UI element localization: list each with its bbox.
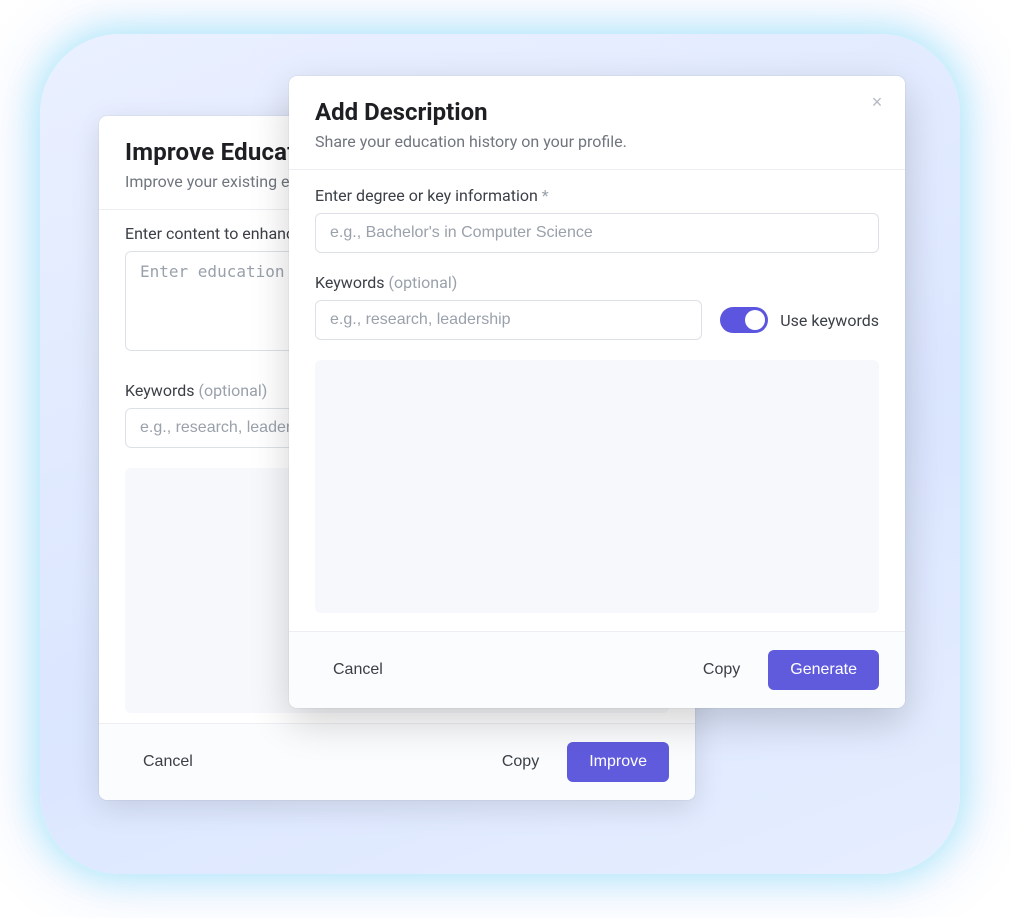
keywords-input-front[interactable] [315,300,702,340]
keywords-label-front: Keywords (optional) [315,273,879,292]
add-description-header: Add Description Share your education his… [289,76,905,170]
improve-footer: Cancel Copy Improve [99,723,695,800]
keywords-label-text-back: Keywords [125,381,195,400]
copy-button-front[interactable]: Copy [685,651,758,689]
close-icon[interactable]: × [865,90,889,114]
keywords-label-text-front: Keywords [315,273,385,292]
generate-button[interactable]: Generate [768,650,879,690]
add-description-modal: Add Description Share your education his… [289,76,905,708]
add-description-footer: Cancel Copy Generate [289,631,905,708]
degree-input[interactable] [315,213,879,253]
use-keywords-toggle[interactable] [720,307,768,333]
toggle-knob [745,310,765,330]
improve-button[interactable]: Improve [567,742,669,782]
add-description-title: Add Description [315,98,879,126]
copy-button-back[interactable]: Copy [484,743,557,781]
use-keywords-label: Use keywords [780,311,879,330]
add-description-subtitle: Share your education history on your pro… [315,132,879,151]
degree-label: Enter degree or key information* [315,186,879,205]
content-label-text: Enter content to enhance [125,224,303,243]
required-mark-front: * [542,186,549,205]
degree-label-text: Enter degree or key information [315,186,538,205]
cancel-button-front[interactable]: Cancel [315,651,401,689]
use-keywords-toggle-wrap: Use keywords [720,307,879,333]
output-area-front [315,360,879,613]
keywords-optional-front: (optional) [388,273,457,292]
keywords-optional-back: (optional) [198,381,267,400]
cancel-button-back[interactable]: Cancel [125,743,211,781]
